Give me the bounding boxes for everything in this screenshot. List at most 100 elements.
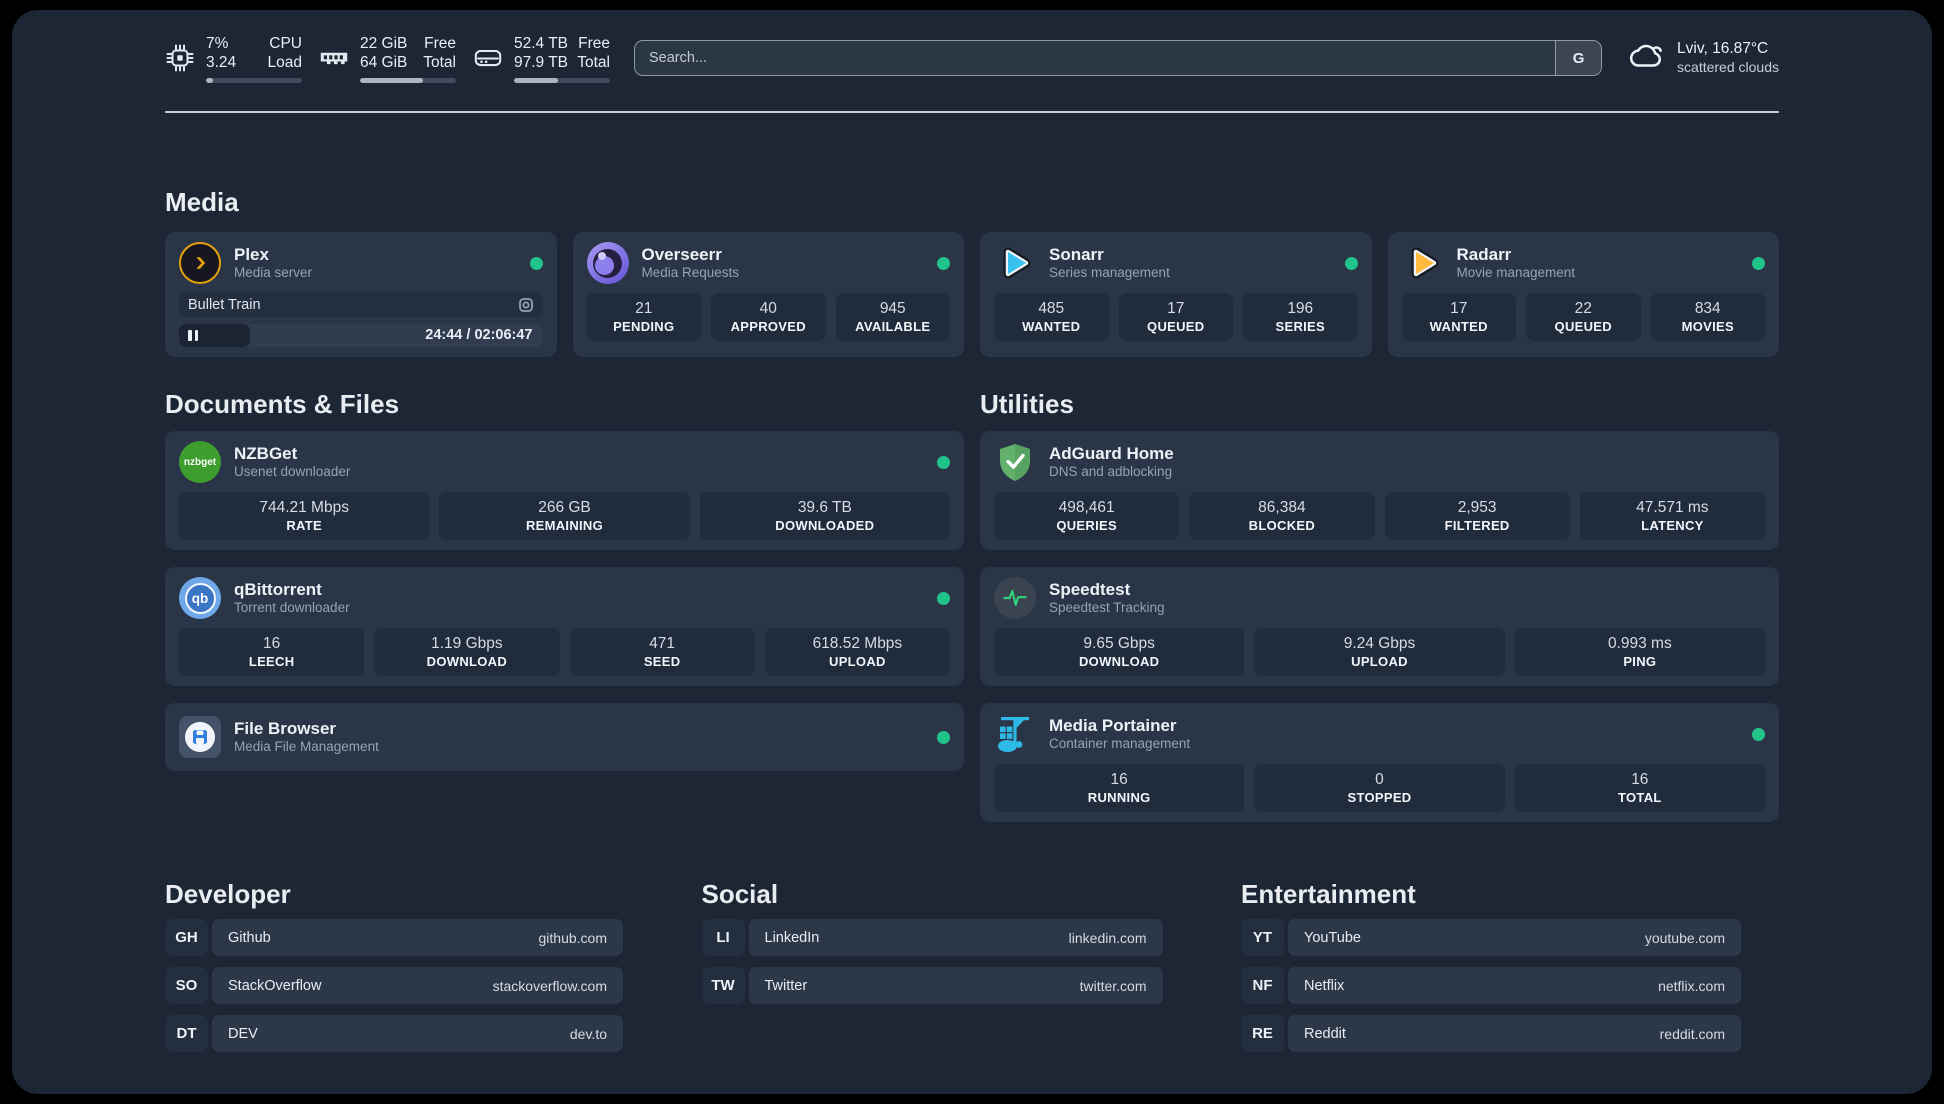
cloud-icon [1626,40,1666,76]
link-stackoverflow[interactable]: SO StackOverflow stackoverflow.com [165,967,623,1004]
link-twitter[interactable]: TW Twitter twitter.com [701,967,1163,1004]
link-netflix[interactable]: NF Netflix netflix.com [1241,967,1741,1004]
app-name: Plex [234,245,269,264]
stat-blocked: 86,384 BLOCKED [1189,492,1375,540]
app-card-plex[interactable]: Plex Media server Bullet Train 24:44 / 0… [165,232,557,357]
stat-pending: 21 PENDING [586,293,701,341]
dashboard-content: 7% CPU 3.24 Load 22 GiB Free 64 GiB Tota… [165,10,1779,1052]
reddit-icon: RE [1241,1015,1284,1052]
app-card-portainer[interactable]: Media Portainer Container management 16 R… [980,703,1779,822]
stat-queries: 498,461 QUERIES [994,492,1180,540]
social-column: Social LI LinkedIn linkedin.com TW Twitt… [701,879,1163,1052]
quality-settings-icon[interactable] [518,297,534,313]
stat-stopped: 0 STOPPED [1254,764,1505,812]
stat-download: 9.65 Gbps DOWNLOAD [994,628,1245,676]
adguard-icon [994,441,1036,483]
stat-leech: 16 LEECH [179,628,365,676]
app-subtitle: Media server [234,265,313,280]
portainer-icon [994,713,1036,755]
app-name: qBittorrent [234,580,322,599]
stat-upload: 618.52 Mbps UPLOAD [764,628,950,676]
storage-free-value: 52.4 TB [514,34,569,52]
sonarr-icon [994,242,1036,284]
app-card-nzbget[interactable]: nzbget NZBGet Usenet downloader 744.21 M… [165,431,964,550]
cpu-percent: 7% [206,34,229,52]
app-subtitle: Torrent downloader [234,600,350,615]
link-github[interactable]: GH Github github.com [165,919,623,956]
cpu-label: CPU [269,34,302,52]
app-card-filebrowser[interactable]: File Browser Media File Management [165,703,964,771]
stat-filtered: 2,953 FILTERED [1384,492,1570,540]
app-name: Speedtest [1049,580,1131,599]
weather-widget: Lviv, 16.87°C scattered clouds [1626,39,1779,77]
app-card-qbittorrent[interactable]: qb qBittorrent Torrent downloader 16 LEEC… [165,567,964,686]
stat-total: 16 TOTAL [1514,764,1765,812]
app-subtitle: Speedtest Tracking [1049,600,1165,615]
middle-columns: Documents & Files nzbget NZBGet Usenet d… [165,389,1779,822]
app-card-overseerr[interactable]: Overseerr Media Requests 21 PENDING 40 APP… [572,232,964,357]
storage-total-value: 97.9 TB [514,53,569,71]
cpu-load-label: Load [267,53,302,71]
filebrowser-icon [179,716,221,758]
app-name: Overseerr [641,245,722,264]
status-dot [937,256,950,270]
cpu-icon [165,44,195,72]
stat-downloaded: 39.6 TB DOWNLOADED [699,492,950,540]
topbar: 7% CPU 3.24 Load 22 GiB Free 64 GiB Tota… [165,30,1779,86]
weather-condition: scattered clouds [1677,59,1779,75]
section-title-documents: Documents & Files [165,389,400,419]
app-subtitle: Media Requests [641,265,740,280]
system-metrics: 7% CPU 3.24 Load 22 GiB Free 64 GiB Tota… [165,34,610,83]
storage-free-label: Free [578,34,610,52]
app-card-radarr[interactable]: Radarr Movie management 17 WANTED 22 QUEUE… [1387,232,1779,357]
links-section: Developer GH Github github.com SO StackO… [165,879,1779,1052]
link-linkedin[interactable]: LI LinkedIn linkedin.com [701,919,1163,956]
status-dot [1752,256,1765,270]
stat-queued: 22 QUEUED [1526,293,1641,341]
stat-wanted: 485 WANTED [994,293,1109,341]
memory-free-label: Free [424,34,456,52]
speedtest-icon [994,577,1036,619]
stat-latency: 47.571 ms LATENCY [1579,492,1765,540]
app-card-speedtest[interactable]: Speedtest Speedtest Tracking 9.65 Gbps DO… [980,567,1779,686]
netflix-icon: NF [1241,967,1284,1004]
memory-free-value: 22 GiB [360,34,408,52]
status-dot [529,256,543,270]
stat-wanted: 17 WANTED [1401,293,1516,341]
dashboard-panel: 7% CPU 3.24 Load 22 GiB Free 64 GiB Tota… [12,10,1932,1094]
link-reddit[interactable]: RE Reddit reddit.com [1241,1015,1741,1052]
cpu-progress-bar [206,77,302,83]
status-dot [937,455,950,469]
weather-location-temp: Lviv, 16.87°C [1677,40,1769,57]
metric-memory: 22 GiB Free 64 GiB Total [319,34,456,83]
app-name: Radarr [1456,245,1512,264]
entertainment-column: Entertainment YT YouTube youtube.com NF … [1241,879,1741,1052]
app-name: Sonarr [1049,245,1104,264]
storage-total-label: Total [577,53,610,71]
app-card-adguard[interactable]: AdGuard Home DNS and adblocking 498,461 Q… [980,431,1779,550]
stackoverflow-icon: SO [165,967,208,1004]
search-input[interactable] [635,41,1556,75]
app-name: AdGuard Home [1049,444,1174,463]
metric-cpu: 7% CPU 3.24 Load [165,34,302,83]
status-dot [937,730,950,744]
status-dot [937,591,950,605]
app-name: NZBGet [234,444,298,463]
app-card-sonarr[interactable]: Sonarr Series management 485 WANTED 17 QUE… [980,232,1372,357]
app-subtitle: Usenet downloader [234,464,351,479]
stat-available: 945 AVAILABLE [835,293,950,341]
stat-running: 16 RUNNING [994,764,1245,812]
plex-icon [179,242,221,284]
link-youtube[interactable]: YT YouTube youtube.com [1241,919,1741,956]
link-dev[interactable]: DT DEV dev.to [165,1015,623,1052]
developer-column: Developer GH Github github.com SO StackO… [165,879,623,1052]
twitter-icon: TW [701,967,745,1004]
memory-total-label: Total [423,53,456,71]
status-dot [1344,256,1358,270]
radarr-icon [1402,242,1444,284]
now-playing-progress-bar: 24:44 / 02:06:47 [179,324,543,347]
search-engine-button[interactable]: G [1555,41,1602,75]
stat-queued: 17 QUEUED [1118,293,1233,341]
overseerr-icon [586,242,629,284]
stat-ping: 0.993 ms PING [1514,628,1765,676]
